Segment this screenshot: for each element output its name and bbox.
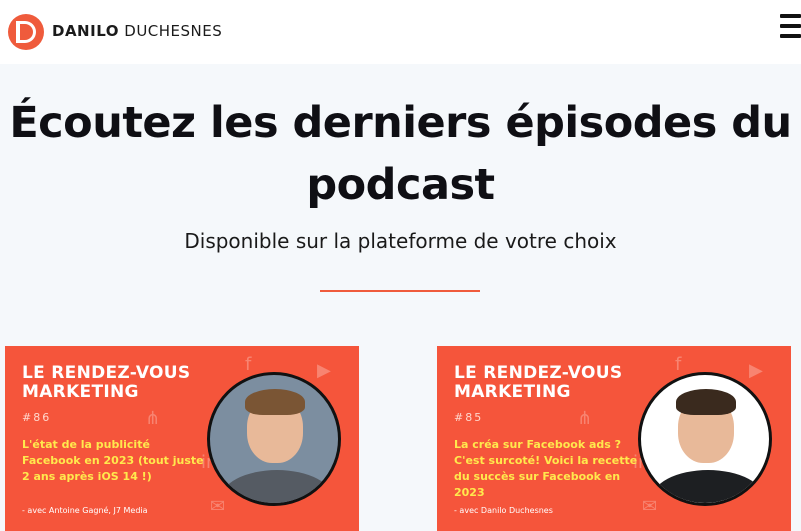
episode-number: #86 <box>22 411 52 424</box>
site-header: DANILO DUCHESNES <box>0 0 801 64</box>
share-icon: ⋔ <box>577 408 593 429</box>
logo-dd-icon[interactable] <box>8 14 44 50</box>
episode-title: La créa sur Facebook ads ? C'est surcoté… <box>454 438 638 499</box>
share-icon: ⋔ <box>145 408 161 429</box>
episode-card-85[interactable]: f ▶ ⋔ in ✉ LE RENDEZ-VOUS MARKETING #85 … <box>437 346 791 531</box>
section-divider <box>320 290 480 292</box>
episode-title: L'état de la publicité Facebook en 2023 … <box>22 438 204 483</box>
brand-name[interactable]: DANILO DUCHESNES <box>52 22 222 40</box>
show-name: LE RENDEZ-VOUS MARKETING <box>454 363 623 402</box>
hamburger-icon[interactable] <box>780 12 801 40</box>
youtube-icon: ▶ <box>317 360 331 381</box>
page-subtitle: Disponible sur la plateforme de votre ch… <box>184 229 617 253</box>
episode-card-86[interactable]: f ▶ ⋔ in ✉ LE RENDEZ-VOUS MARKETING #86 … <box>5 346 359 531</box>
episode-guest: - avec Antoine Gagné, J7 Media <box>22 506 148 515</box>
show-name: LE RENDEZ-VOUS MARKETING <box>22 363 191 402</box>
brand-light: DUCHESNES <box>124 22 223 40</box>
episode-guest: - avec Danilo Duchesnes <box>454 506 553 515</box>
episode-number: #85 <box>454 411 484 424</box>
facebook-icon: f <box>245 354 252 375</box>
page-title: Écoutez les derniers épisodes du podcast <box>9 98 792 210</box>
guest-photo <box>207 372 341 506</box>
guest-photo <box>638 372 772 506</box>
facebook-icon: f <box>675 354 682 375</box>
youtube-icon: ▶ <box>749 360 763 381</box>
brand-bold: DANILO <box>52 22 119 40</box>
